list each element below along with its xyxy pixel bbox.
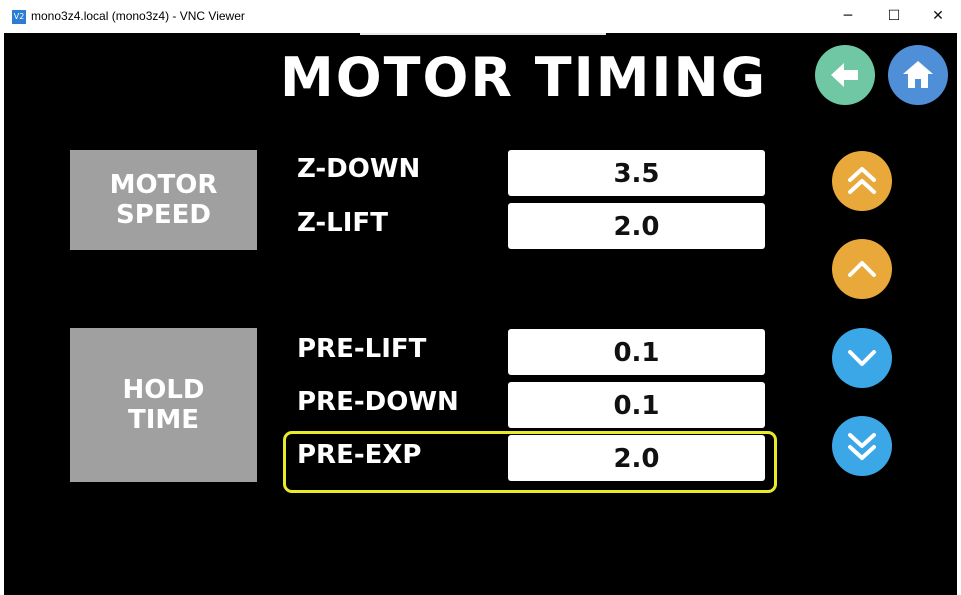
pre-lift-value-field[interactable]: 0.1 <box>508 329 765 375</box>
pre-down-label: PRE-DOWN <box>297 387 459 417</box>
decrease-small-button[interactable] <box>832 328 892 388</box>
window-title: mono3z4.local (mono3z4) - VNC Viewer <box>31 9 245 23</box>
z-lift-value-field[interactable]: 2.0 <box>508 203 765 249</box>
section-title-line: HOLD <box>122 375 205 405</box>
page-title: MOTOR TIMING <box>280 46 768 109</box>
back-button[interactable] <box>815 45 875 105</box>
remote-screen[interactable]: MOTOR TIMING MOTOR SPEED HOLD TIME Z-DOW… <box>4 33 957 595</box>
minimize-button[interactable]: ─ <box>825 0 871 33</box>
section-title-line: TIME <box>127 405 200 435</box>
pre-exp-value-field[interactable]: 2.0 <box>508 435 765 481</box>
double-chevron-up-icon <box>848 167 876 194</box>
pre-lift-label: PRE-LIFT <box>297 334 427 364</box>
pre-down-value-field[interactable]: 0.1 <box>508 382 765 428</box>
top-handle <box>360 33 606 35</box>
decrease-large-button[interactable] <box>832 416 892 476</box>
close-button[interactable]: ✕ <box>915 0 961 33</box>
vnc-viewer-app-icon: V2 <box>12 10 26 24</box>
section-title-line: SPEED <box>116 200 211 230</box>
maximize-button[interactable]: ☐ <box>871 0 917 33</box>
motor-speed-section-box: MOTOR SPEED <box>70 150 257 250</box>
increase-small-button[interactable] <box>832 239 892 299</box>
z-down-label: Z-DOWN <box>297 154 421 184</box>
hold-time-section-box: HOLD TIME <box>70 328 257 482</box>
z-lift-label: Z-LIFT <box>297 208 388 238</box>
home-icon <box>903 61 933 88</box>
increase-large-button[interactable] <box>832 151 892 211</box>
home-button[interactable] <box>888 45 948 105</box>
window-titlebar: V2 mono3z4.local (mono3z4) - VNC Viewer … <box>0 0 961 33</box>
z-down-value-field[interactable]: 3.5 <box>508 150 765 196</box>
arrow-left-icon <box>831 63 858 87</box>
section-title-line: MOTOR <box>109 170 218 200</box>
pre-exp-label: PRE-EXP <box>297 440 422 470</box>
double-chevron-down-icon <box>848 433 876 460</box>
chevron-down-icon <box>848 350 876 366</box>
chevron-up-icon <box>848 261 876 277</box>
